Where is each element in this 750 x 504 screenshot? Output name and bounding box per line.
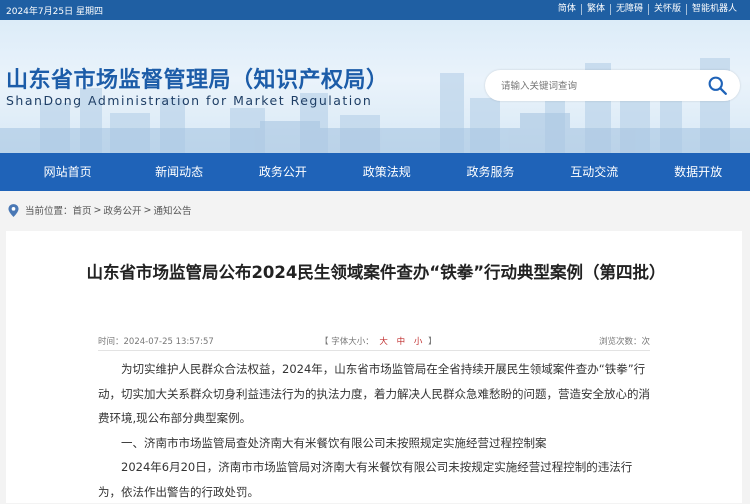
font-size-control: 【 字体大小： 大 中 小 】 [320, 335, 437, 347]
search-input[interactable] [499, 77, 703, 95]
location-pin-icon [8, 203, 19, 217]
breadcrumb-notices[interactable]: 通知公告 [153, 203, 191, 217]
article-card: 山东省市场监管局公布2024民生领域案件查办“铁拳”行动典型案例（第四批） 时间… [6, 231, 742, 503]
link-accessibility[interactable]: 无障碍 [609, 4, 648, 15]
search-icon[interactable] [707, 75, 728, 96]
breadcrumb-label: 当前位置： [25, 206, 73, 217]
main-nav: 网站首页 新闻动态 政务公开 政策法规 政务服务 互动交流 数据开放 [0, 153, 750, 191]
nav-policies[interactable]: 政策法规 [335, 153, 439, 191]
breadcrumb-home[interactable]: 首页 [73, 203, 92, 217]
font-size-large[interactable]: 大 [376, 337, 391, 347]
link-care-mode[interactable]: 关怀版 [647, 4, 686, 15]
font-size-close: 】 [428, 337, 437, 347]
nav-open-data[interactable]: 数据开放 [646, 153, 750, 191]
header-banner: 山东省市场监督管理局（知识产权局） ShanDong Administratio… [0, 20, 750, 153]
font-size-label: 【 字体大小： [320, 337, 374, 347]
article-meta: 时间：2024-07-25 13:57:57 【 字体大小： 大 中 小 】 浏… [98, 335, 650, 349]
link-robot[interactable]: 智能机器人 [685, 4, 742, 15]
link-traditional[interactable]: 繁体 [580, 4, 610, 15]
top-bar: 2024年7月25日 星期四 简体 繁体 无障碍 关怀版 智能机器人 [0, 0, 750, 20]
font-size-medium[interactable]: 中 [394, 337, 409, 347]
top-links: 简体 繁体 无障碍 关怀版 智能机器人 [553, 4, 742, 15]
font-size-small[interactable]: 小 [411, 337, 426, 347]
current-date: 2024年7月25日 星期四 [6, 7, 103, 17]
paragraph: 2024年6月20日，济南市市场监管局对济南大有米餐饮有限公司未按规定实施经营过… [98, 460, 633, 499]
link-simplified[interactable]: 简体 [553, 4, 581, 15]
view-count: 浏览次数：次 [598, 337, 650, 347]
site-title[interactable]: 山东省市场监督管理局（知识产权局） [6, 62, 389, 94]
paragraph: 为切实维护人民群众合法权益，2024年，山东省市场监管局在全省持续开展民生领域案… [98, 362, 650, 425]
nav-home[interactable]: 网站首页 [0, 153, 127, 191]
breadcrumb-government-affairs[interactable]: 政务公开 [104, 203, 142, 217]
article-body: 为切实维护人民群众合法权益，2024年，山东省市场监管局在全省持续开展民生领域案… [98, 357, 654, 504]
breadcrumb-separator: > [93, 204, 102, 216]
nav-interaction[interactable]: 互动交流 [542, 153, 646, 191]
article-title: 山东省市场监管局公布2024民生领域案件查办“铁拳”行动典型案例（第四批） [86, 263, 666, 282]
search-box [485, 70, 740, 101]
publish-time: 时间：2024-07-25 13:57:57 [98, 337, 214, 347]
meta-divider [98, 350, 650, 351]
site-subtitle: ShanDong Administration for Market Regul… [6, 93, 373, 108]
nav-services[interactable]: 政务服务 [439, 153, 543, 191]
breadcrumb-separator: > [143, 204, 152, 216]
paragraph: 一、济南市市场监管局查处济南大有米餐饮有限公司未按照规定实施经营过程控制案 [121, 435, 547, 450]
breadcrumb: 当前位置： 首页 > 政务公开 > 通知公告 [8, 203, 192, 217]
nav-news[interactable]: 新闻动态 [127, 153, 231, 191]
nav-government-affairs[interactable]: 政务公开 [231, 153, 335, 191]
